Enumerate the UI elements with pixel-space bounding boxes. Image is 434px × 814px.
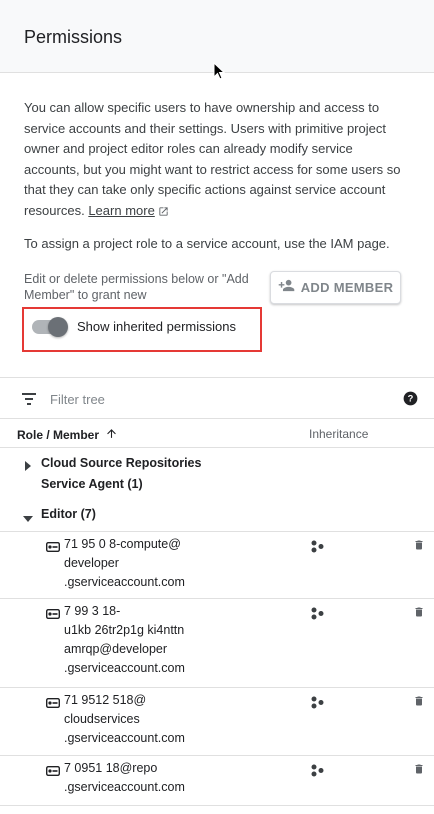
table-row: 7 99 3 18- u1kb 26tr2p1g ki4nttn amrqp@d…: [0, 599, 434, 688]
role-member-header-label: Role / Member: [17, 428, 100, 442]
member-name-line: developer: [64, 556, 119, 570]
member-name-line: 71 9512 518@: [64, 693, 147, 707]
table-row: 71 9512 518@ cloudservices .gserviceacco…: [0, 688, 434, 756]
add-member-label: ADD MEMBER: [300, 280, 394, 295]
person-add-icon: [278, 277, 295, 299]
member-name: 71 95 0 8-compute@ developer .gserviceac…: [64, 535, 185, 592]
member-name-line: .gserviceaccount.com: [64, 661, 185, 675]
edit-permissions-note: Edit or delete permissions below or "Add…: [24, 272, 249, 302]
toggle-knob: [48, 317, 68, 337]
inherited-permissions-toggle[interactable]: [32, 317, 70, 337]
service-account-key-icon: [45, 695, 61, 713]
caret-right-icon[interactable]: [24, 458, 32, 476]
mouse-cursor-icon: [213, 61, 226, 85]
permissions-description: You can allow specific users to have own…: [24, 98, 404, 223]
assign-role-note: To assign a project role to a service ac…: [24, 236, 390, 251]
role-member-column-header[interactable]: Role / Member: [17, 427, 118, 443]
member-name: 7 0951 18@repo .gserviceaccount.com: [64, 759, 185, 797]
delete-icon[interactable]: [413, 762, 425, 781]
service-account-key-icon: [45, 606, 61, 624]
role-group-label: Cloud Source Repositories Service Agent …: [41, 453, 201, 495]
toggle-label: Show inherited permissions: [77, 319, 236, 334]
member-name: 7 99 3 18- u1kb 26tr2p1g ki4nttn amrqp@d…: [64, 602, 185, 678]
inheritance-icon: [311, 696, 324, 714]
filter-tree-input[interactable]: [50, 389, 380, 409]
inheritance-icon: [311, 764, 324, 782]
caret-down-icon[interactable]: [23, 510, 33, 528]
member-name-line: 7 99 3 18-: [64, 604, 121, 618]
help-icon[interactable]: ?: [403, 391, 418, 411]
role-group-label: Editor (7): [41, 507, 96, 521]
delete-icon[interactable]: [413, 694, 425, 713]
inheritance-column-header: Inheritance: [309, 427, 369, 441]
svg-text:?: ?: [408, 394, 414, 404]
member-name-line: .gserviceaccount.com: [64, 731, 185, 745]
member-name: 71 9512 518@ cloudservices .gserviceacco…: [64, 691, 185, 748]
filter-icon: [22, 392, 36, 410]
member-name-line: 7 0951 18@repo: [64, 761, 158, 775]
arrow-up-icon: [105, 427, 118, 443]
inheritance-icon: [311, 607, 324, 625]
delete-icon[interactable]: [413, 605, 425, 624]
table-row: 7 0951 18@repo .gserviceaccount.com: [0, 756, 434, 806]
learn-more-link[interactable]: Learn more: [88, 203, 154, 218]
delete-icon[interactable]: [413, 538, 425, 557]
service-account-key-icon: [45, 539, 61, 557]
member-name-line: 71 95 0 8-compute@: [64, 537, 181, 551]
role-group-cloud-source-repositories[interactable]: Cloud Source Repositories Service Agent …: [0, 453, 434, 498]
panel-title: Permissions: [24, 27, 123, 47]
member-name-line: cloudservices: [64, 712, 140, 726]
role-group-editor[interactable]: Editor (7): [0, 504, 434, 530]
service-account-key-icon: [45, 763, 61, 781]
role-group-subname: Service Agent (1): [41, 477, 143, 491]
section-divider: [0, 377, 434, 378]
member-name-line: amrqp@developer: [64, 642, 168, 656]
inheritance-icon: [311, 540, 324, 558]
member-name-line: .gserviceaccount.com: [64, 780, 185, 794]
add-member-button[interactable]: ADD MEMBER: [270, 271, 401, 304]
member-name-line: u1kb 26tr2p1g ki4nttn: [64, 623, 185, 637]
table-header: Role / Member Inheritance: [0, 418, 434, 448]
member-name-line: .gserviceaccount.com: [64, 575, 185, 589]
table-row: 71 95 0 8-compute@ developer .gserviceac…: [0, 531, 434, 599]
description-text: You can allow specific users to have own…: [24, 100, 401, 218]
external-link-icon: [158, 203, 169, 224]
role-group-name: Cloud Source Repositories: [41, 456, 202, 470]
